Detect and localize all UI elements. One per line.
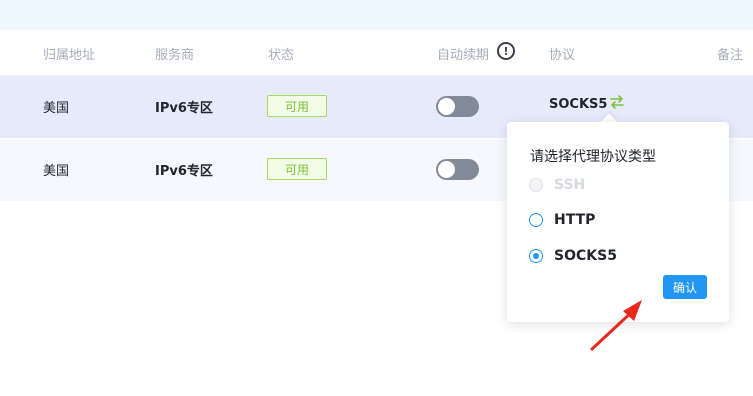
- annotation-arrow: [590, 300, 642, 351]
